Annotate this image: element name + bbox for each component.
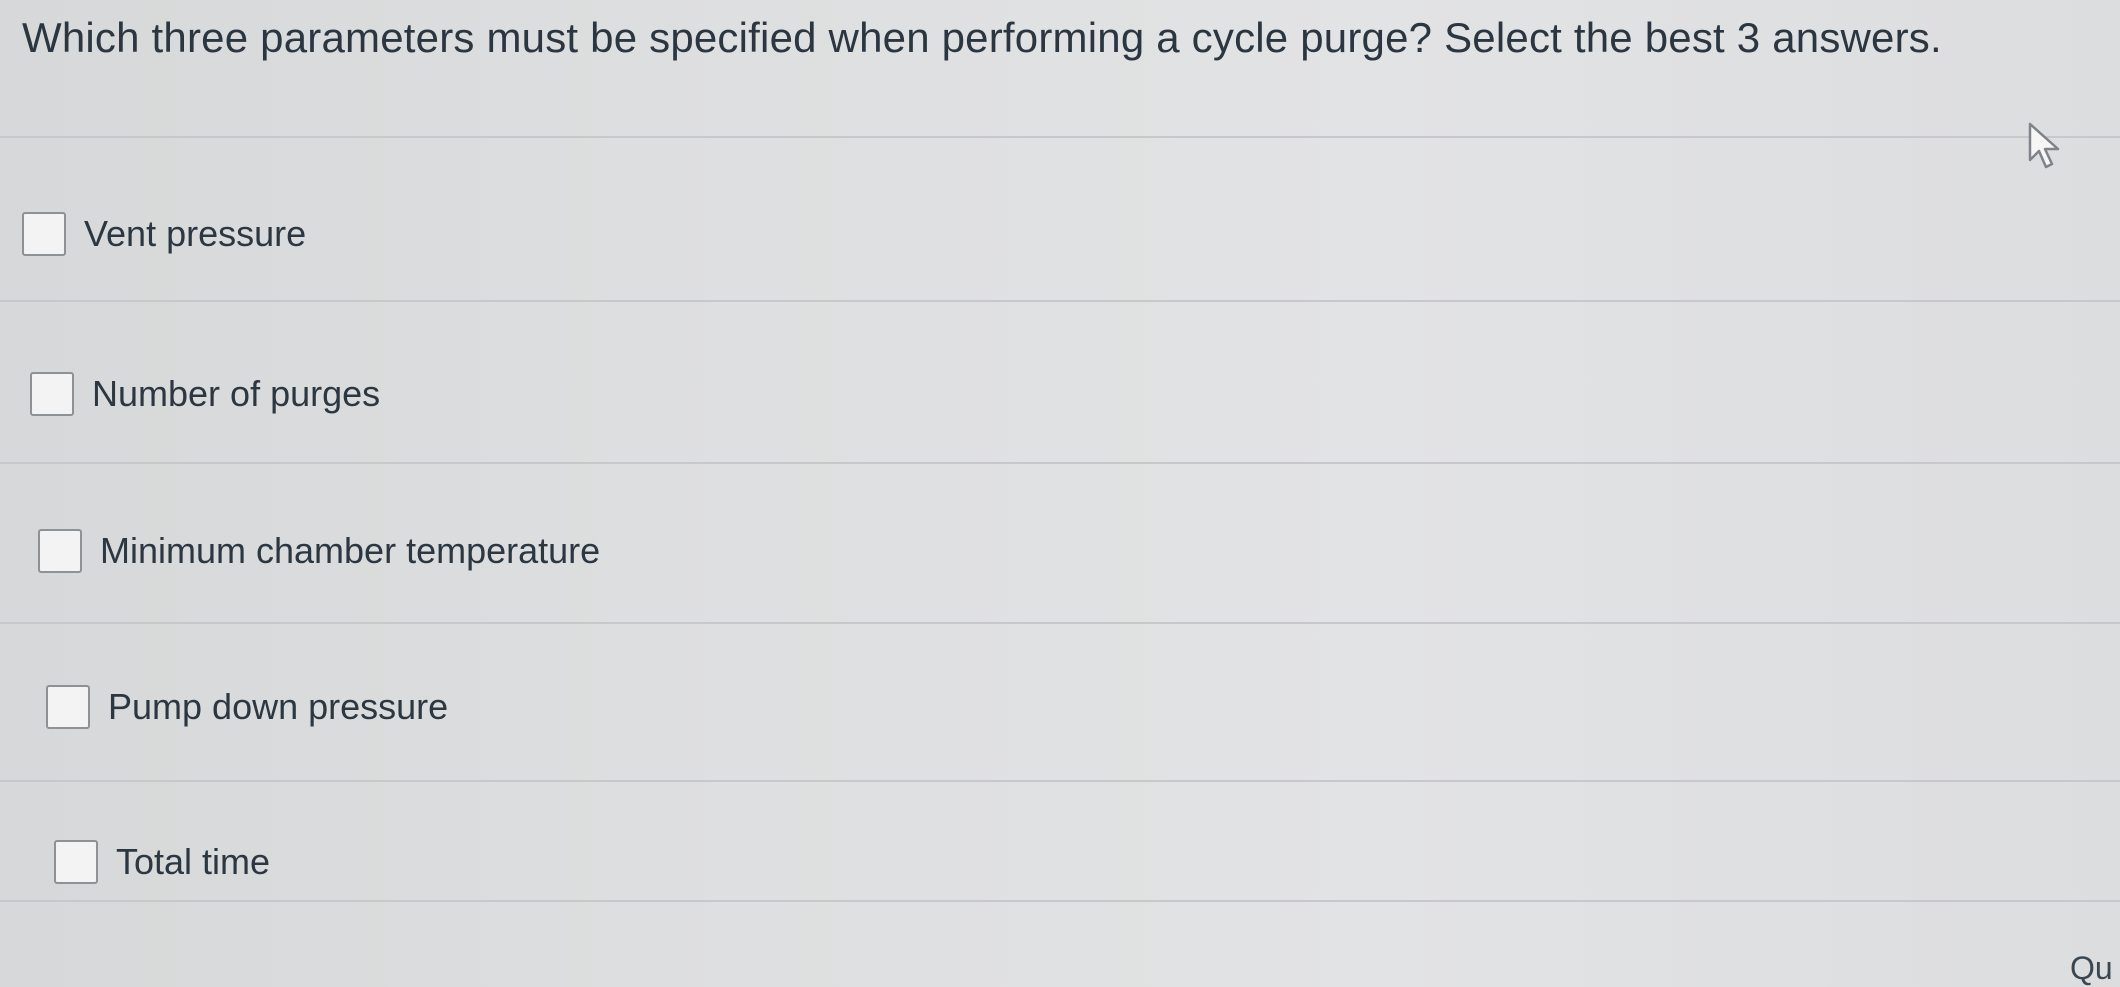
checkbox-vent-pressure[interactable] bbox=[22, 212, 66, 256]
divider bbox=[0, 622, 2120, 624]
option-label: Vent pressure bbox=[84, 213, 307, 254]
divider bbox=[0, 780, 2120, 782]
checkbox-pump-down-pressure[interactable] bbox=[46, 685, 90, 729]
option-label: Number of purges bbox=[92, 373, 381, 414]
checkbox-total-time[interactable] bbox=[54, 840, 98, 884]
option-label: Total time bbox=[116, 841, 271, 882]
option-number-of-purges[interactable]: Number of purges bbox=[30, 364, 380, 424]
divider bbox=[0, 136, 2120, 138]
question-text: Which three parameters must be specified… bbox=[22, 14, 1942, 61]
checkbox-number-of-purges[interactable] bbox=[30, 372, 74, 416]
option-total-time[interactable]: Total time bbox=[54, 832, 270, 892]
option-label: Pump down pressure bbox=[108, 686, 449, 727]
option-minimum-chamber-temperature[interactable]: Minimum chamber temperature bbox=[38, 521, 600, 581]
divider bbox=[0, 462, 2120, 464]
divider bbox=[0, 900, 2120, 902]
mouse-pointer-icon bbox=[2028, 122, 2060, 169]
option-label: Minimum chamber temperature bbox=[100, 530, 601, 571]
divider bbox=[0, 300, 2120, 302]
checkbox-minimum-chamber-temperature[interactable] bbox=[38, 529, 82, 573]
footer-partial-text: Qu bbox=[2070, 950, 2113, 986]
option-vent-pressure[interactable]: Vent pressure bbox=[22, 204, 306, 264]
option-pump-down-pressure[interactable]: Pump down pressure bbox=[46, 677, 448, 737]
